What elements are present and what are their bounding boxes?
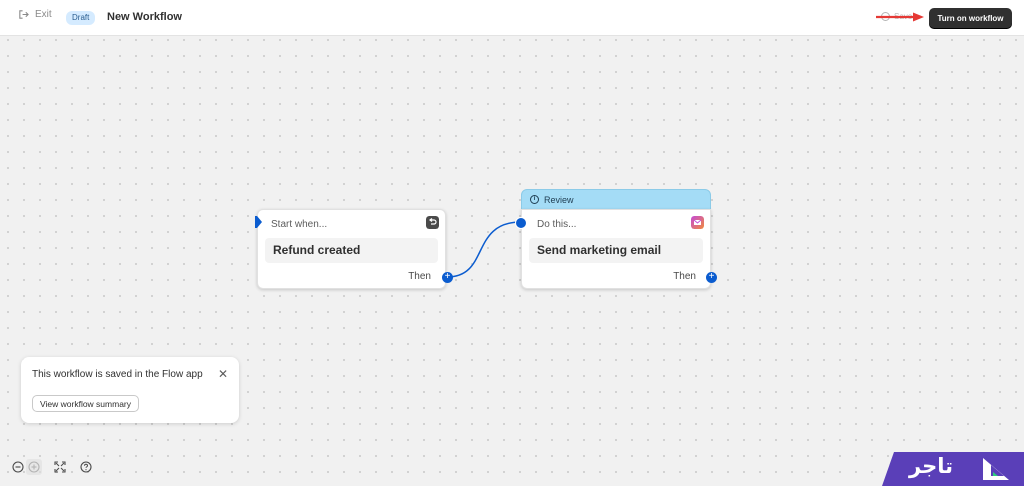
shopify-return-icon [426, 216, 439, 229]
action-name: Send marketing email [529, 238, 703, 263]
trigger-node[interactable]: Start when... Refund created Then [257, 209, 446, 289]
trigger-start-icon [255, 216, 262, 228]
action-input-handle[interactable] [515, 217, 527, 229]
add-step-after-trigger-button[interactable]: + [442, 272, 453, 283]
trigger-heading: Start when... [271, 219, 328, 230]
exit-button[interactable]: Exit [18, 9, 52, 20]
canvas-controls [10, 459, 94, 475]
action-then-label: Then [673, 271, 696, 282]
action-heading: Do this... [537, 219, 577, 230]
review-banner: i Review [521, 189, 711, 210]
toast-message: This workflow is saved in the Flow app [32, 369, 203, 380]
action-node[interactable]: Do this... Send marketing email Then [521, 209, 711, 289]
info-icon: i [530, 195, 539, 204]
review-label: Review [544, 194, 574, 205]
view-workflow-summary-button[interactable]: View workflow summary [32, 395, 140, 412]
zoom-in-button[interactable] [26, 459, 42, 475]
top-bar: Exit Draft New Workflow Save Turn on wor… [0, 0, 1024, 36]
help-button[interactable] [78, 459, 94, 475]
help-icon [80, 461, 92, 473]
exit-icon [19, 10, 29, 19]
fit-view-icon [54, 461, 66, 473]
close-icon[interactable]: ✕ [218, 367, 228, 381]
add-step-after-action-button[interactable]: + [706, 272, 717, 283]
logo-text: تاجر [909, 454, 953, 478]
tajer-logo [882, 452, 1024, 486]
exit-label: Exit [35, 9, 52, 20]
zoom-in-icon [28, 461, 40, 473]
saved-toast: This workflow is saved in the Flow app ✕… [21, 357, 239, 423]
turn-on-workflow-button[interactable]: Turn on workflow [929, 8, 1012, 28]
zoom-out-icon [12, 461, 24, 473]
zoom-out-button[interactable] [10, 459, 26, 475]
email-app-icon [691, 216, 704, 229]
fit-view-button[interactable] [52, 459, 68, 475]
trigger-then-label: Then [408, 271, 431, 282]
page-title: New Workflow [107, 11, 182, 23]
annotation-arrow-icon [876, 12, 924, 22]
trigger-event: Refund created [265, 238, 438, 263]
status-badge: Draft [66, 11, 96, 25]
